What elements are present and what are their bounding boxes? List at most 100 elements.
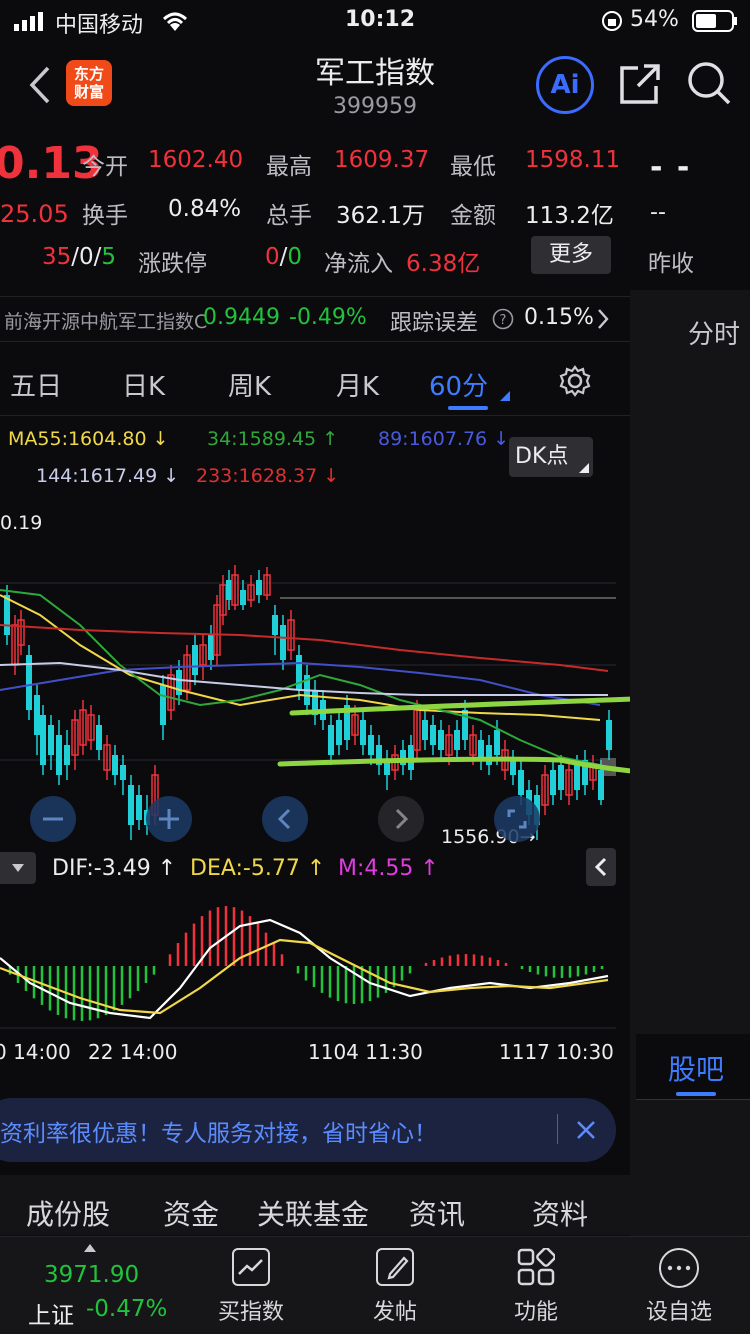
tab-news[interactable]: 资讯 — [409, 1193, 465, 1233]
tab-weekly-k[interactable]: 周K — [228, 366, 271, 403]
ma89-label: 89:1607.76 ↓ — [378, 428, 510, 450]
candle — [296, 655, 302, 690]
settings-icon[interactable] — [558, 364, 592, 402]
amount-label: 金额 — [450, 203, 496, 229]
candle — [160, 685, 166, 725]
ad-divider — [557, 1114, 558, 1144]
time-label: 1117 10:30 — [499, 1040, 614, 1064]
candle — [408, 745, 414, 770]
candle — [256, 580, 262, 595]
zoom-in-button[interactable] — [146, 796, 192, 842]
zoom-out-button[interactable] — [30, 796, 76, 842]
tab-monthly-k[interactable]: 月K — [336, 366, 379, 403]
high-value: 1609.37 — [334, 147, 430, 173]
fund-bar[interactable]: 前海开源中航军工指数C 0.9449 -0.49% 跟踪误差 ? 0.15% — [0, 296, 630, 342]
candle — [112, 755, 118, 775]
grid-icon — [517, 1247, 556, 1286]
ad-text: 资利率很优惠！专人服务对接，省时省心！ — [0, 1121, 437, 1147]
dash-1: - - — [650, 150, 692, 185]
volume-label: 总手 — [266, 203, 312, 229]
candle — [40, 715, 46, 765]
tracking-label: 跟踪误差 — [390, 311, 479, 336]
ad-banner[interactable]: 资利率很优惠！专人服务对接，省时省心！ — [0, 1098, 616, 1162]
volume-value: 362.1万 — [336, 203, 425, 229]
nav-label: 功能 — [513, 1300, 558, 1325]
share-icon[interactable] — [618, 62, 662, 110]
more-button[interactable]: 更多 — [531, 236, 611, 274]
time-label: 22 14:00 — [88, 1040, 178, 1064]
collapse-panel-button[interactable] — [586, 848, 616, 886]
close-icon[interactable] — [574, 1118, 598, 1146]
dk-button[interactable]: DK点 — [509, 437, 593, 477]
candle — [494, 730, 500, 755]
turnover-value: 0.84% — [168, 196, 242, 222]
signal-icon — [14, 11, 48, 37]
nav-functions[interactable]: 功能 — [481, 1244, 591, 1326]
nav-label: 设自选 — [645, 1300, 712, 1325]
nav-post[interactable]: 发帖 — [340, 1244, 450, 1326]
edit-icon — [376, 1248, 414, 1286]
search-icon[interactable] — [686, 60, 732, 110]
candle — [328, 725, 334, 755]
candle — [226, 580, 232, 600]
guba-underline — [676, 1092, 716, 1096]
candle — [606, 720, 612, 750]
candle — [120, 765, 126, 780]
active-tab-underline — [448, 406, 488, 410]
price-change: 25.05 — [0, 200, 69, 228]
tab-guba[interactable]: 股吧 — [636, 1034, 750, 1100]
candle — [56, 735, 62, 775]
candle — [208, 635, 214, 660]
nav-add-watchlist[interactable]: 设自选 — [624, 1244, 734, 1326]
low-value: 1598.11 — [525, 147, 621, 173]
macd-dea: DEA:-5.77 ↑ — [190, 856, 326, 881]
scroll-left-button[interactable] — [262, 796, 308, 842]
macd-m: M:4.55 ↑ — [338, 856, 439, 881]
battery-icon — [692, 10, 738, 38]
tab-related-funds[interactable]: 关联基金 — [257, 1193, 369, 1233]
open-value: 1602.40 — [148, 147, 244, 173]
nav-buy-index[interactable]: 买指数 — [196, 1244, 306, 1326]
time-label: 0 14:00 — [0, 1040, 71, 1064]
ma34-label: 34:1589.45 ↑ — [207, 428, 339, 450]
carrier: 中国移动 — [55, 13, 144, 38]
fund-price: 0.9449 — [203, 305, 280, 330]
index-ticker[interactable]: 3971.90 上证 -0.47% — [0, 1240, 180, 1330]
candle — [510, 760, 516, 775]
tab-intraday[interactable]: 分时 — [688, 314, 740, 351]
candle — [280, 625, 286, 660]
tab-5day[interactable]: 五日 — [10, 366, 62, 403]
candle — [422, 720, 428, 740]
time-axis: 0 14:00 22 14:00 1104 11:30 1117 10:30 — [0, 1036, 630, 1076]
indicator-select[interactable] — [0, 852, 36, 884]
tab-60min[interactable]: 60分 — [429, 366, 488, 403]
more-icon — [659, 1248, 699, 1288]
candle — [272, 615, 278, 635]
caret-up-icon — [84, 1244, 96, 1252]
tab-fund-flow[interactable]: 资金 — [163, 1193, 219, 1233]
candle — [64, 745, 70, 765]
candle — [454, 730, 460, 750]
index-value: 3971.90 — [44, 1262, 140, 1288]
time-label: 1104 11:30 — [308, 1040, 423, 1064]
limit-count: 0/0 — [265, 244, 303, 270]
scroll-right-button[interactable] — [378, 796, 424, 842]
ai-button[interactable]: Ai — [536, 56, 594, 114]
fullscreen-button[interactable] — [494, 796, 540, 842]
tab-daily-k[interactable]: 日K — [122, 366, 165, 403]
open-label: 今开 — [82, 154, 128, 180]
tab-profile[interactable]: 资料 — [532, 1193, 588, 1233]
period-tabs: 五日 日K 周K 月K 60分 — [0, 346, 630, 416]
candle — [128, 785, 134, 825]
battery-percent: 54% — [630, 7, 679, 32]
candle — [486, 745, 492, 765]
high-label: 最高 — [266, 154, 312, 180]
turnover-label: 换手 — [82, 203, 128, 229]
prev-close-label: 昨收 — [648, 251, 694, 277]
candle — [598, 770, 604, 800]
candle — [462, 710, 468, 740]
tab-constituents[interactable]: 成份股 — [26, 1193, 110, 1233]
fund-change: -0.49% — [289, 305, 367, 330]
help-icon[interactable]: ? — [492, 308, 514, 334]
candle — [336, 720, 342, 745]
